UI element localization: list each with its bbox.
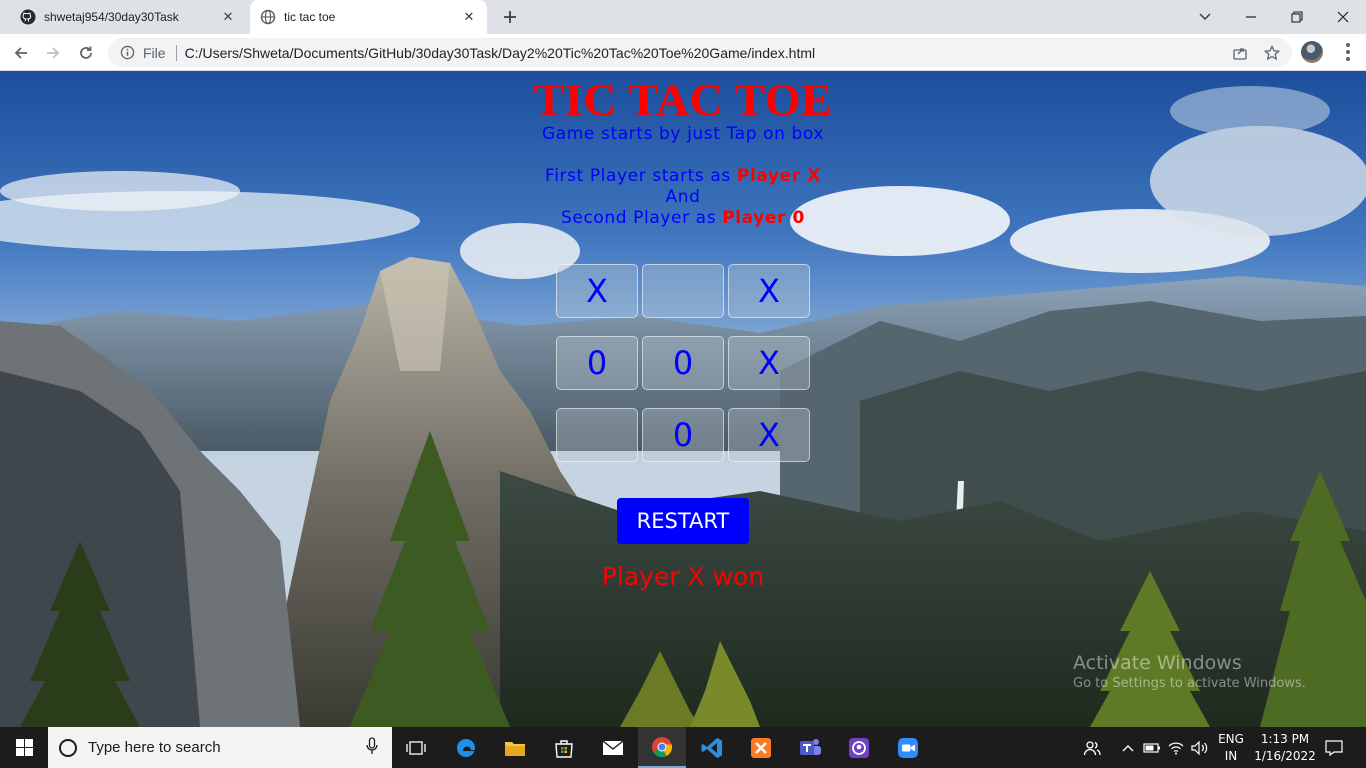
back-arrow-icon[interactable]: [8, 40, 34, 66]
volume-icon[interactable]: [1188, 727, 1212, 768]
close-tab-icon[interactable]: ✕: [218, 7, 238, 27]
address-bar[interactable]: File C:/Users/Shweta/Documents/GitHub/30…: [108, 38, 1292, 67]
watermark-title: Activate Windows: [1073, 652, 1242, 674]
language-code: ENG: [1218, 732, 1244, 746]
xampp-icon[interactable]: [737, 727, 785, 768]
file-scheme-label: File: [143, 44, 166, 61]
minimize-icon[interactable]: [1228, 0, 1274, 34]
tab-strip: shwetaj954/30day30Task ✕ tic tac toe ✕: [0, 0, 1366, 34]
board-cell-3[interactable]: X: [728, 264, 810, 318]
board-cell-7[interactable]: [556, 408, 638, 462]
close-tab-icon[interactable]: ✕: [459, 7, 479, 27]
mail-icon[interactable]: [589, 727, 637, 768]
clock-time: 1:13 PM: [1260, 732, 1310, 746]
and-text: And: [665, 187, 701, 207]
player-0-info: Second Player as Player 0: [0, 208, 1366, 228]
divider: [175, 44, 177, 61]
github-icon: [20, 9, 36, 25]
restart-button[interactable]: RESTART: [617, 498, 749, 544]
file-explorer-icon[interactable]: [491, 727, 539, 768]
tab-title: shwetaj954/30day30Task: [44, 10, 179, 24]
player-x-info: First Player starts as Player X: [0, 166, 1366, 186]
reload-icon[interactable]: [73, 40, 99, 66]
battery-icon[interactable]: [1140, 727, 1164, 768]
url-text[interactable]: C:/Users/Shweta/Documents/GitHub/30day30…: [185, 45, 1228, 61]
search-icon: [59, 738, 77, 757]
board-cell-1[interactable]: X: [556, 264, 638, 318]
forward-arrow-icon[interactable]: [40, 40, 66, 66]
player-0-prefix: Second Player as: [561, 208, 717, 228]
activate-windows-watermark: Activate Windows Go to Settings to activ…: [1073, 652, 1306, 691]
show-hidden-icons-chevron[interactable]: [1116, 727, 1140, 768]
search-placeholder: Type here to search: [88, 739, 221, 756]
globe-icon: [260, 9, 276, 25]
profile-avatar[interactable]: [1301, 41, 1323, 63]
tab-tic-tac-toe[interactable]: tic tac toe ✕: [250, 0, 487, 34]
page-title: TIC TAC TOE: [533, 74, 833, 125]
board-cell-8[interactable]: 0: [642, 408, 724, 462]
teams-icon[interactable]: [786, 727, 834, 768]
board-cell-9[interactable]: X: [728, 408, 810, 462]
language-indicator[interactable]: ENG IN: [1214, 731, 1248, 765]
browser-menu-icon[interactable]: [1340, 41, 1356, 63]
tab-search-chevron-icon[interactable]: [1182, 0, 1228, 34]
board-cell-5[interactable]: 0: [642, 336, 724, 390]
edge-browser-icon[interactable]: [442, 727, 490, 768]
windows-taskbar: Type here to search ENG IN 1:13 PM 1/16/…: [0, 727, 1366, 768]
tab-github[interactable]: shwetaj954/30day30Task ✕: [8, 0, 246, 34]
restore-icon[interactable]: [1274, 0, 1320, 34]
task-view-icon[interactable]: [392, 727, 440, 768]
people-icon[interactable]: [1070, 727, 1114, 768]
tab-title: tic tac toe: [284, 10, 336, 24]
notifications-icon[interactable]: [1318, 727, 1350, 768]
wifi-icon[interactable]: [1164, 727, 1188, 768]
new-tab-icon[interactable]: [498, 5, 522, 29]
bookmark-star-icon[interactable]: [1260, 41, 1284, 65]
browser-toolbar: File C:/Users/Shweta/Documents/GitHub/30…: [0, 34, 1366, 71]
info-icon[interactable]: [119, 45, 135, 61]
page-viewport: TIC TAC TOE Game starts by just Tap on b…: [0, 71, 1366, 727]
instructions-subtitle: Game starts by just Tap on box: [541, 124, 825, 144]
player-0-label: Player 0: [722, 208, 805, 228]
board-cell-4[interactable]: 0: [556, 336, 638, 390]
windows-start-icon[interactable]: [0, 727, 48, 768]
board-cell-6[interactable]: X: [728, 336, 810, 390]
close-window-icon[interactable]: [1320, 0, 1366, 34]
zoom-icon[interactable]: [884, 727, 932, 768]
board-cell-2[interactable]: [642, 264, 724, 318]
region-code: IN: [1224, 749, 1238, 763]
taskbar-search[interactable]: Type here to search: [48, 727, 392, 768]
game-board: X X 0 0 X 0 X: [556, 264, 812, 464]
share-icon[interactable]: [1228, 41, 1252, 65]
microphone-icon[interactable]: [366, 736, 378, 759]
game-page: TIC TAC TOE Game starts by just Tap on b…: [0, 71, 1366, 727]
clock-date: 1/16/2022: [1254, 749, 1316, 763]
game-result-message: Player X won: [601, 562, 765, 591]
watermark-subtitle: Go to Settings to activate Windows.: [1073, 676, 1306, 691]
clock[interactable]: 1:13 PM 1/16/2022: [1252, 731, 1318, 765]
microsoft-store-icon[interactable]: [540, 727, 588, 768]
player-x-prefix: First Player starts as: [545, 166, 731, 186]
github-desktop-icon[interactable]: [835, 727, 883, 768]
player-x-label: Player X: [736, 166, 821, 186]
vscode-icon[interactable]: [688, 727, 736, 768]
chrome-icon[interactable]: [638, 727, 686, 768]
